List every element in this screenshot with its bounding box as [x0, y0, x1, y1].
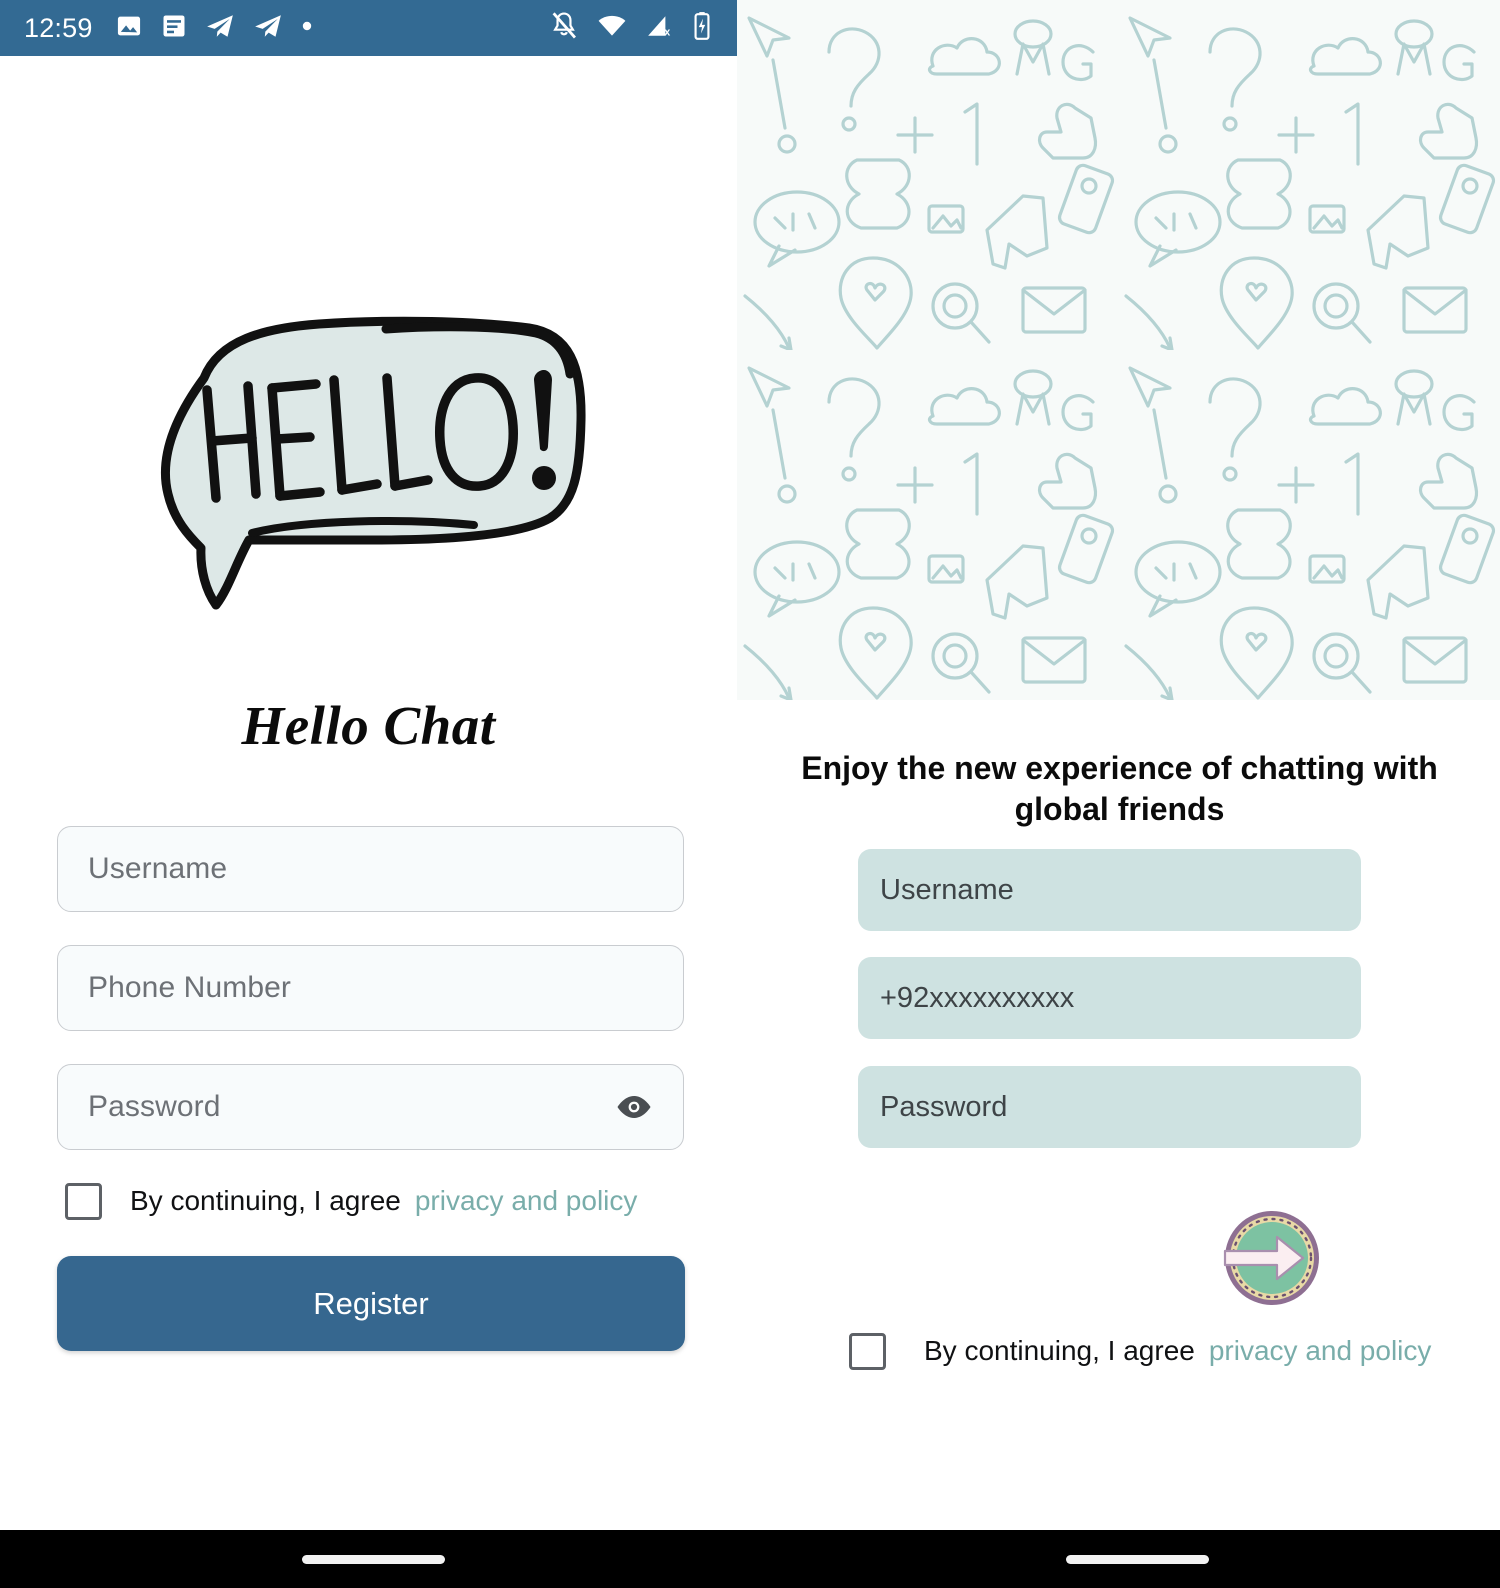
consent-row[interactable]: By continuing, I agree privacy and polic… [65, 1180, 705, 1222]
battery-charging-icon [693, 11, 711, 46]
telegram-icon [253, 13, 283, 44]
password-input-placeholder: Password [880, 1090, 1008, 1123]
home-indicator[interactable] [1066, 1555, 1209, 1564]
consent-label: By continuing, I agree [924, 1335, 1195, 1366]
right-phone-panel: Enjoy the new experience of chatting wit… [737, 0, 1500, 1530]
doodle-pattern-banner [737, 0, 1500, 700]
consent-checkbox[interactable] [849, 1332, 886, 1370]
hello-speech-bubble-logo [160, 316, 586, 609]
phone-input-placeholder: Phone Number [88, 971, 291, 1004]
username-input-placeholder: Username [88, 852, 228, 885]
left-phone-panel: 12:59 x Hello Chat Username Phone Number… [0, 0, 737, 1530]
register-button[interactable]: Register [57, 1256, 685, 1351]
username-input[interactable]: Username [57, 826, 684, 912]
username-input-placeholder: Username [880, 873, 1014, 906]
doodle-pattern-svg [737, 0, 1500, 700]
status-left-icon-group [115, 12, 313, 45]
status-right-icon-group: x [550, 0, 711, 56]
dot-icon [301, 19, 313, 37]
image-icon [115, 12, 143, 45]
status-bar: 12:59 x [0, 0, 737, 56]
page-title: Hello Chat [241, 695, 496, 756]
phone-input[interactable]: +92xxxxxxxxxx [858, 957, 1361, 1039]
username-input[interactable]: Username [858, 849, 1361, 931]
arrow-forward-button[interactable] [1217, 1203, 1327, 1313]
telegram-icon [205, 13, 235, 44]
phone-input[interactable]: Phone Number [57, 945, 684, 1031]
consent-label: By continuing, I agree [130, 1185, 401, 1216]
article-icon [161, 12, 187, 45]
password-input-placeholder: Password [88, 1090, 221, 1123]
phone-input-placeholder: +92xxxxxxxxxx [880, 981, 1075, 1014]
password-input[interactable]: Password [858, 1066, 1361, 1148]
svg-text:x: x [664, 26, 670, 38]
consent-checkbox[interactable] [65, 1182, 102, 1220]
app-logo [0, 300, 737, 640]
bell-off-icon [550, 11, 578, 46]
consent-row[interactable]: By continuing, I agree privacy and polic… [849, 1330, 1500, 1372]
arrow-right-circle-icon [1223, 1211, 1319, 1305]
signal-no-sim-icon: x [646, 13, 674, 44]
status-time: 12:59 [24, 12, 93, 43]
promo-headline: Enjoy the new experience of chatting wit… [801, 750, 1438, 827]
wifi-icon [597, 13, 627, 44]
system-navigation-bar [0, 1530, 1500, 1588]
home-indicator[interactable] [302, 1555, 445, 1564]
eye-icon[interactable] [613, 1086, 655, 1128]
privacy-policy-link[interactable]: privacy and policy [1209, 1335, 1432, 1367]
password-input[interactable]: Password [57, 1064, 684, 1150]
privacy-policy-link[interactable]: privacy and policy [415, 1185, 638, 1217]
